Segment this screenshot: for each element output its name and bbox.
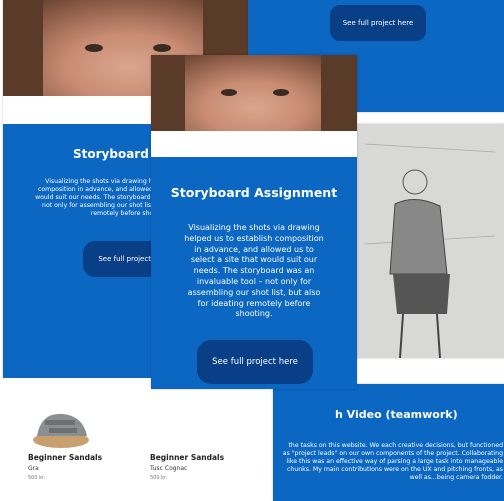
card-sketch [355,124,504,358]
product2-name[interactable]: Beginner Sandals [150,453,224,462]
card-center-title: Storyboard Assignment [170,185,338,200]
sketch-drawing [355,124,504,358]
eye-shape [221,89,237,96]
eye-shape [273,89,289,96]
card-center-panel: Storyboard Assignment Visualizing the sh… [151,157,357,389]
eye-shape [85,44,103,52]
card-bottom-right-body: the tasks on this website. We each creat… [282,442,503,481]
product1-name[interactable]: Beginner Sandals [28,453,102,462]
face-photo-center [151,55,357,131]
product2-price: 500 kr. [150,475,168,481]
eye-shape [153,44,171,52]
card-center: Storyboard Assignment Visualizing the sh… [151,55,357,389]
product1-price: 500 kr. [28,475,46,481]
card-center-button[interactable]: See full project here [197,340,313,384]
hair-shape [151,55,185,131]
shop-strip: Beginner Sandals Gra 500 kr. Beginner Sa… [3,378,303,501]
product1-color: Gra [28,465,39,472]
card-bottom-right: h Video (teamwork) the tasks on this web… [273,384,504,501]
sandal-image[interactable] [31,402,95,450]
hair-shape [3,0,43,96]
see-full-project-button-top[interactable]: See full project here [330,5,426,41]
card-center-body: Visualizing the shots via drawing helped… [184,223,324,319]
card-bottom-right-title: h Video (teamwork) [335,408,458,421]
hair-shape [321,55,357,131]
product2-color: Tusc Cognac [150,465,188,472]
